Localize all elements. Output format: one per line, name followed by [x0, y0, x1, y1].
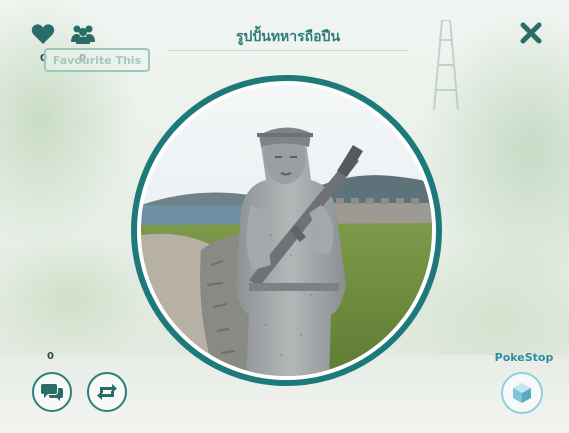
- title-divider: [168, 50, 408, 51]
- heart-button[interactable]: [30, 22, 56, 46]
- pokestop-photo: [131, 75, 442, 386]
- team-button[interactable]: [70, 22, 96, 46]
- pokestop-spin-button[interactable]: [501, 372, 543, 414]
- repost-icon: [97, 384, 117, 400]
- page-title: รูปปั้นทหารถือปืน: [235, 29, 341, 45]
- team-icon: [71, 25, 95, 44]
- pokestop-label: PokeStop: [494, 351, 554, 364]
- close-icon: [520, 22, 542, 44]
- cube-icon: [513, 383, 531, 403]
- heart-icon: [31, 24, 55, 44]
- statue-photo-illustration: [141, 85, 432, 376]
- close-button[interactable]: [518, 20, 544, 46]
- comment-count: 0: [47, 351, 54, 362]
- favourite-button[interactable]: Favourite This: [44, 48, 150, 72]
- repost-button[interactable]: [87, 372, 127, 412]
- background-tower-graphic: [433, 20, 459, 110]
- chat-icon: [41, 384, 63, 401]
- comments-button[interactable]: [32, 372, 72, 412]
- statue-photo: [141, 85, 432, 376]
